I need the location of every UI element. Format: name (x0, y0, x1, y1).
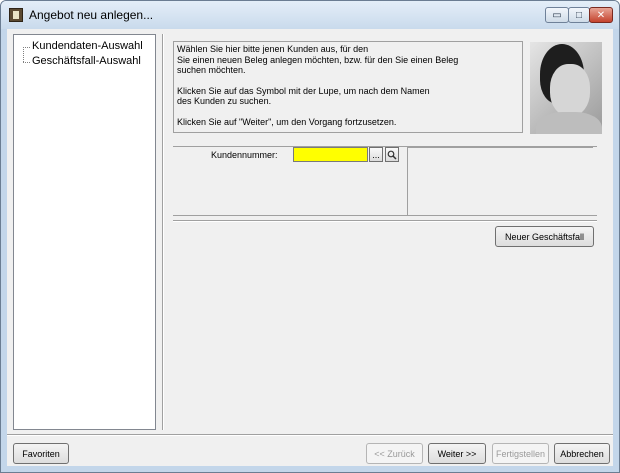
maximize-button[interactable]: □ (568, 7, 590, 23)
cancel-button[interactable]: Abbrechen (554, 443, 610, 464)
tree-connector-line (23, 47, 24, 62)
tree-item-kundendaten-auswahl[interactable]: Kundendaten-Auswahl (32, 40, 143, 52)
instruction-line: Klicken Sie auf "Weiter", um den Vorgang… (177, 116, 397, 127)
tree-connector-line (23, 47, 30, 48)
close-button[interactable]: ✕ (589, 7, 613, 23)
favoriten-button[interactable]: Favoriten (13, 443, 69, 464)
dialog-window: Angebot neu anlegen... ▭ □ ✕ Kundendaten… (0, 0, 620, 473)
next-button[interactable]: Weiter >> (428, 443, 486, 464)
kundennummer-label: Kundennummer: (211, 150, 278, 160)
app-icon (9, 8, 23, 22)
neuer-geschaeftsfall-button[interactable]: Neuer Geschäftsfall (495, 226, 594, 247)
instruction-line: des Kunden zu suchen. (177, 96, 272, 106)
support-agent-photo (530, 42, 602, 134)
tree-item-geschaeftsfall-auswahl[interactable]: Geschäftsfall-Auswahl (32, 55, 141, 67)
horizontal-divider (173, 220, 597, 222)
footer-divider (7, 434, 613, 436)
kundennummer-input[interactable] (293, 147, 368, 162)
instruction-line: Wählen Sie hier bitte jenen Kunden aus, … (177, 44, 369, 54)
finish-button[interactable]: Fertigstellen (492, 443, 549, 464)
window-title: Angebot neu anlegen... (29, 8, 154, 22)
instruction-line: Klicken Sie auf das Symbol mit der Lupe,… (177, 85, 430, 96)
magnifier-icon (387, 150, 397, 160)
vertical-divider (162, 34, 164, 430)
instruction-line: Sie einen neuen Beleg anlegen möchten, b… (177, 54, 459, 65)
tree-connector-line (23, 62, 30, 63)
instruction-text-panel: Wählen Sie hier bitte jenen Kunden aus, … (173, 41, 523, 133)
instruction-line: suchen möchten. (177, 65, 246, 75)
back-button[interactable]: << Zurück (366, 443, 423, 464)
title-bar[interactable]: Angebot neu anlegen... ▭ □ ✕ (1, 1, 619, 29)
minimize-button[interactable]: ▭ (545, 7, 569, 23)
browse-button[interactable]: ... (369, 147, 383, 162)
customer-details-box (407, 147, 593, 215)
search-button[interactable] (385, 147, 399, 162)
wizard-step-tree[interactable]: Kundendaten-Auswahl Geschäftsfall-Auswah… (13, 34, 156, 430)
dialog-client-area: Kundendaten-Auswahl Geschäftsfall-Auswah… (7, 29, 613, 466)
